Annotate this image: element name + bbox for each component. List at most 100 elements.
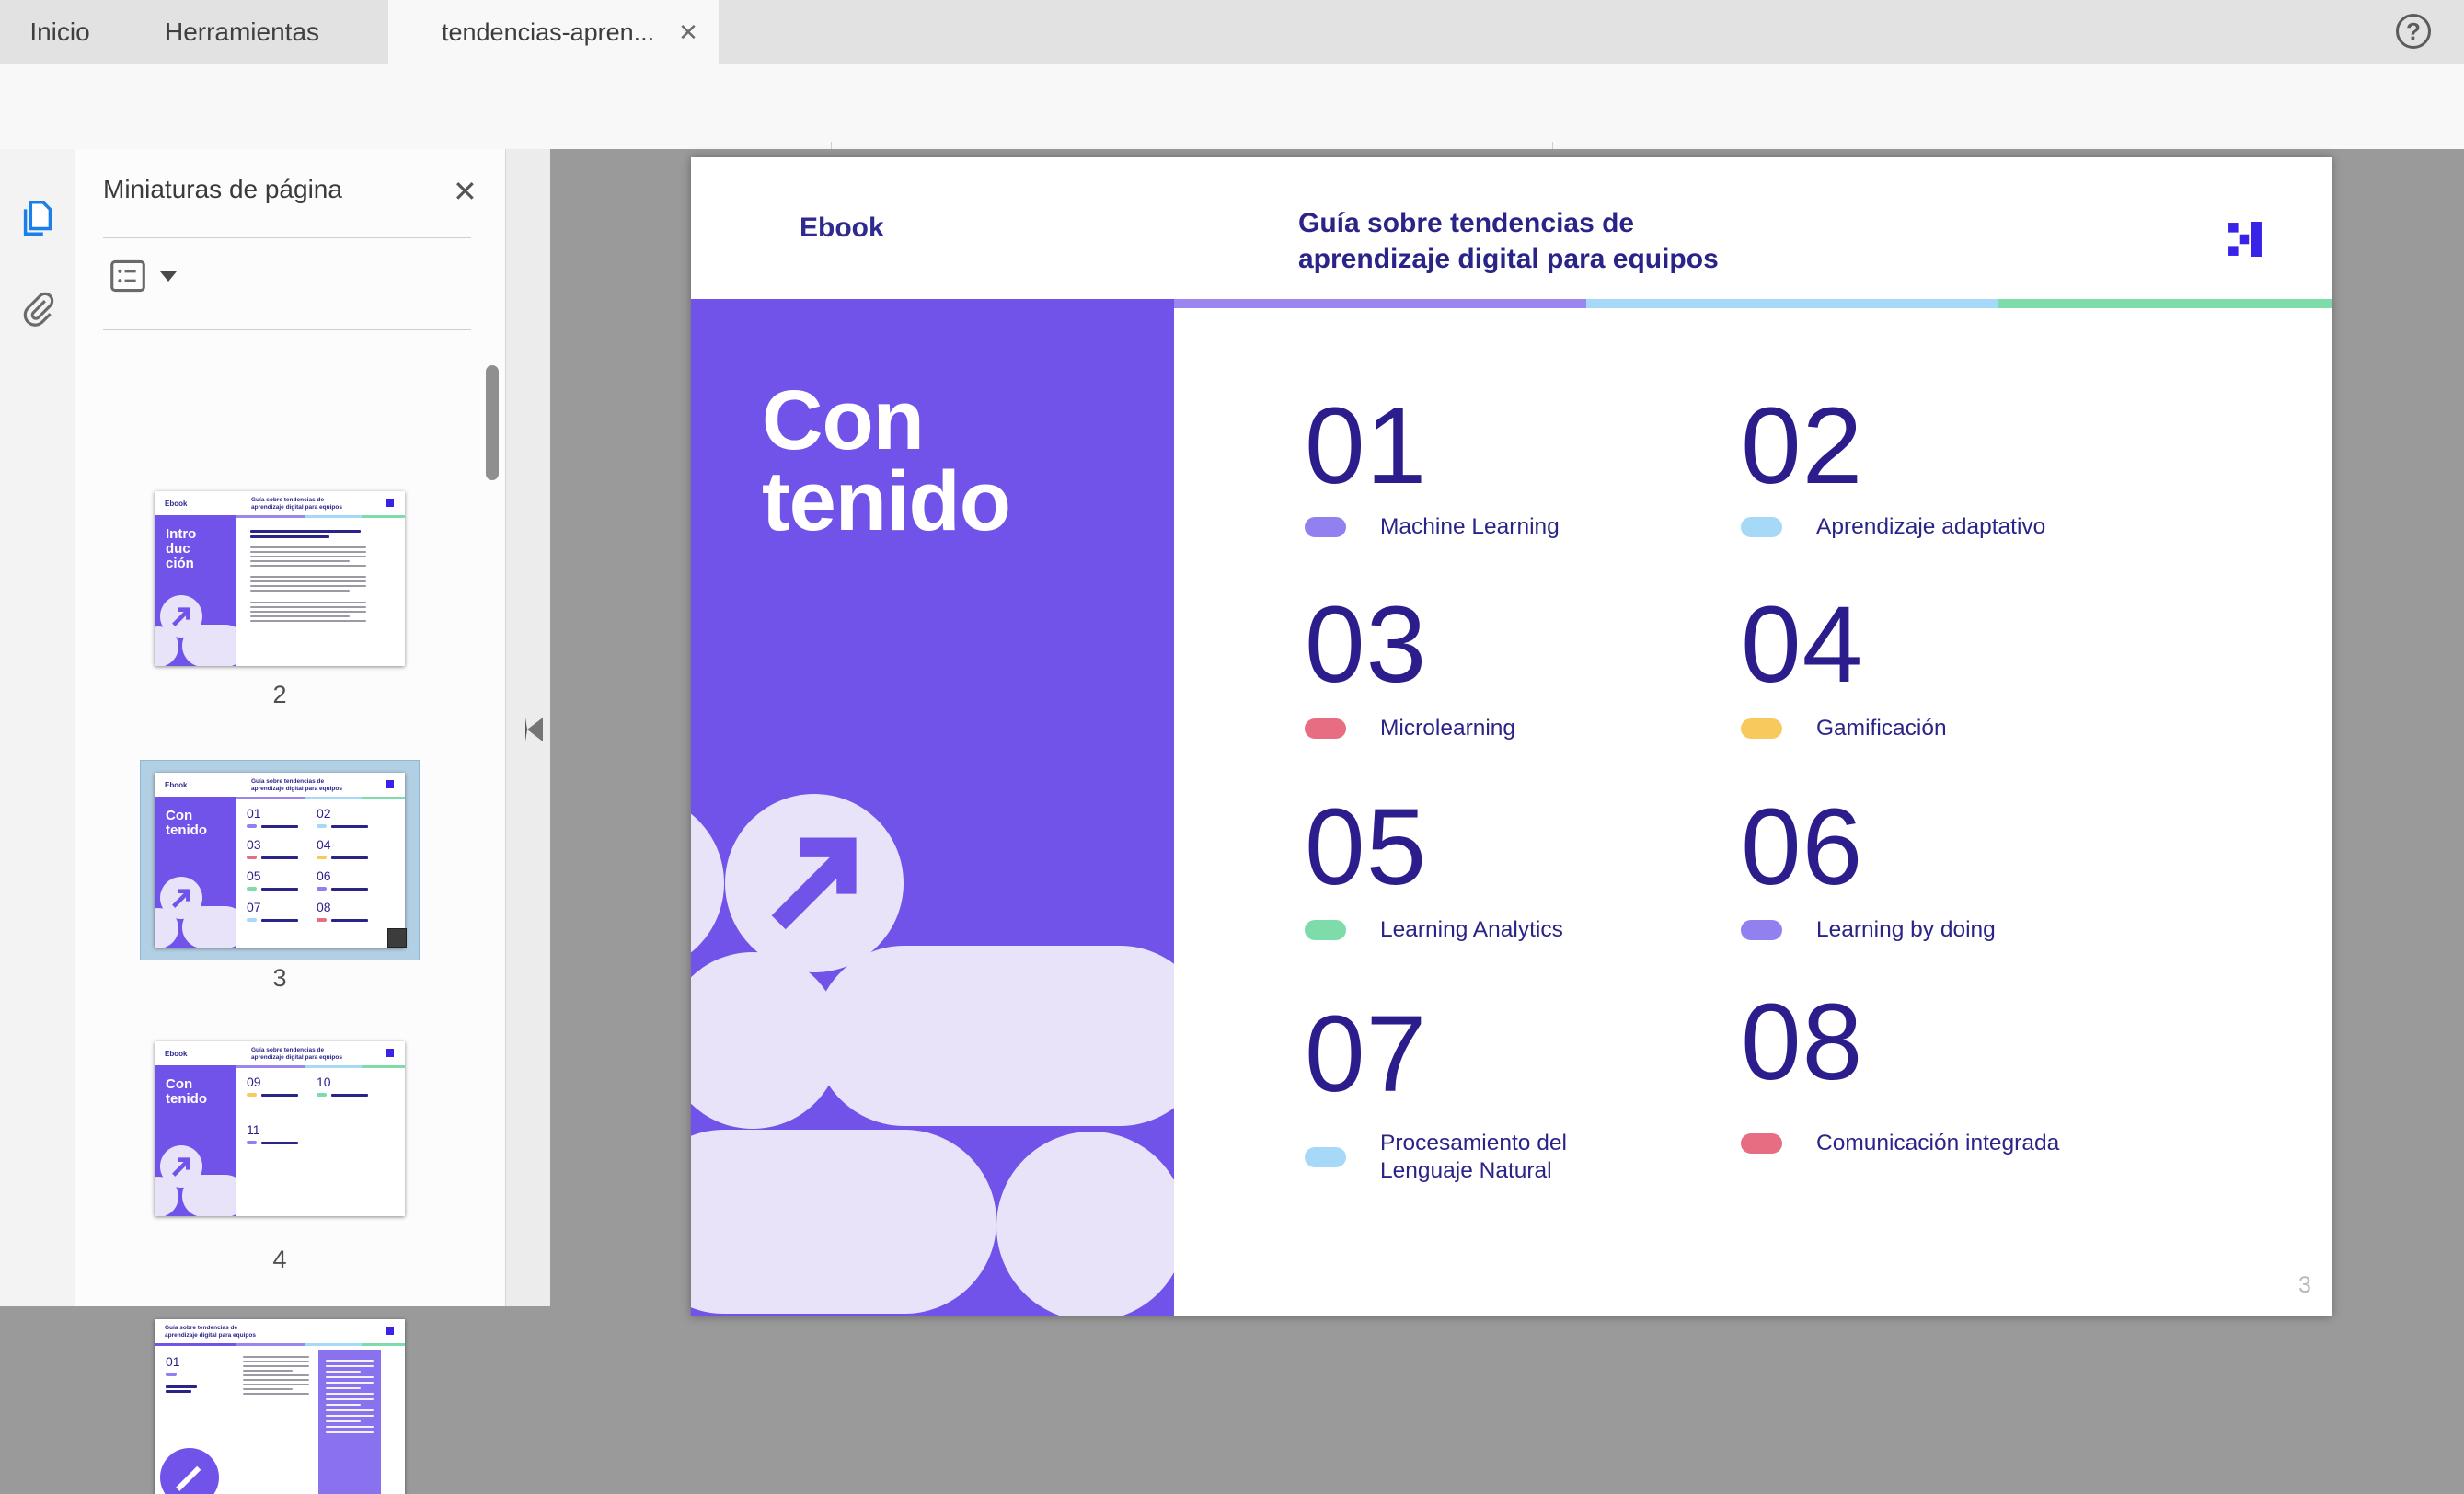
thumbnail-list: EbookGuía sobre tendencias deaprendizaje… (75, 329, 505, 1306)
panel-gutter (506, 149, 550, 1306)
mini-toc-number: 03 (247, 837, 261, 852)
collapse-panel-arrow[interactable] (525, 718, 543, 741)
mini-toc-number: 10 (317, 1075, 331, 1089)
toc-item: 04Gamificación (1741, 605, 2155, 799)
toc-item-label: Procesamiento delLenguaje Natural (1380, 1130, 1567, 1185)
toc-item-label: Microlearning (1380, 715, 1515, 742)
thumbnail-page-label: 3 (155, 964, 405, 993)
mini-purple-panel: Introducción (155, 518, 236, 666)
decor-circle (996, 1132, 1174, 1316)
decor-arrow-circle (725, 794, 904, 972)
toc-item: 01Machine Learning (1305, 407, 1719, 600)
mini-toc-number: 01 (247, 806, 261, 821)
mini-toc-number: 07 (247, 900, 261, 914)
toc-color-pill (1305, 718, 1346, 739)
thumbnail-size-marker (387, 928, 407, 948)
toc-item-row: Learning by doing (1741, 916, 1996, 944)
page-eyebrow: Ebook (800, 213, 884, 244)
document-viewport[interactable]: Ebook Guía sobre tendencias de aprendiza… (550, 149, 2464, 1306)
mini-logo (386, 1327, 394, 1335)
page-thumbnails-icon (17, 197, 59, 239)
page-footer-number: 3 (2298, 1272, 2311, 1299)
help-button[interactable]: ? (2396, 14, 2431, 49)
decor-pill (691, 1130, 996, 1314)
toc-item-row: Learning Analytics (1305, 916, 1563, 944)
toc-item: 03 Microlearning (1305, 605, 1719, 799)
toc-item-number: 03 (1305, 605, 1719, 684)
thumbnail-page-label: 4 (155, 1246, 405, 1274)
thumbnails-scrollbar[interactable] (486, 365, 499, 480)
toc-item-number: 04 (1741, 605, 2155, 684)
document-tab-title: tendencias-apren... (442, 18, 654, 47)
mini-logo (386, 499, 394, 507)
toc-item-number: 02 (1741, 407, 2155, 486)
contents-side-panel: Con tenido (691, 299, 1174, 1316)
mini-toc-number: 04 (317, 837, 331, 852)
toc-item-label: Learning Analytics (1380, 916, 1563, 944)
tab-bar: Inicio Herramientas tendencias-apren... … (0, 0, 2464, 65)
toc-color-pill (1741, 517, 1782, 537)
stripe-segment (1174, 299, 1586, 308)
toc-item-number: 01 (1305, 407, 1719, 486)
page-thumbnail-2[interactable]: EbookGuía sobre tendencias deaprendizaje… (155, 491, 405, 666)
pdf-page: Ebook Guía sobre tendencias de aprendiza… (691, 157, 2332, 1316)
toc-item-row: Aprendizaje adaptativo (1741, 513, 2045, 541)
toc-item-row: Procesamiento delLenguaje Natural (1305, 1130, 1567, 1185)
toc-color-pill (1305, 1147, 1346, 1167)
mini-purple-panel: Contenido (155, 799, 236, 948)
mini-header: EbookGuía sobre tendencias deaprendizaje… (155, 1041, 405, 1065)
mini-header: Guía sobre tendencias deaprendizaje digi… (155, 1319, 405, 1343)
selected-thumbnail-box[interactable]: EbookGuía sobre tendencias deaprendizaje… (140, 760, 420, 960)
thumbnail-page-label: 2 (155, 681, 405, 709)
close-icon: ✕ (453, 175, 478, 208)
mini-toc-number: 02 (317, 806, 331, 821)
stripe-segment (1998, 299, 2332, 308)
toc-color-pill (1305, 517, 1346, 537)
attachments-icon (18, 289, 57, 328)
tab-document[interactable]: tendencias-apren... ✕ (388, 0, 719, 64)
toc-color-pill (1741, 718, 1782, 739)
panel-divider (103, 237, 471, 238)
toc-item-number: 07 (1305, 1015, 1719, 1094)
toc-item-label: Comunicación integrada (1816, 1130, 2059, 1157)
stripe-segment (1586, 299, 1998, 308)
mini-logo (386, 1049, 394, 1057)
toc-item-label: Learning by doing (1816, 916, 1996, 944)
thumbnail-options-button[interactable] (103, 258, 182, 294)
page-thumbnail-4[interactable]: EbookGuía sobre tendencias deaprendizaje… (155, 1041, 405, 1216)
toolbar: / 27 69,1% (0, 64, 2464, 150)
mini-toc-number: 05 (247, 868, 261, 883)
attachments-panel-button[interactable] (18, 289, 57, 330)
section-heading: Con tenido (762, 380, 1010, 542)
mini-toc-number: 06 (317, 868, 331, 883)
toc-item-number: 08 (1741, 1003, 2155, 1082)
toc-item: 07 Procesamiento delLenguaje Natural (1305, 1015, 1719, 1208)
mini-header: EbookGuía sobre tendencias deaprendizaje… (155, 491, 405, 515)
close-panel-button[interactable]: ✕ (447, 173, 483, 210)
tab-tools[interactable]: Herramientas (148, 0, 336, 64)
page-thumbnail-5[interactable]: Guía sobre tendencias deaprendizaje digi… (155, 1319, 405, 1494)
mini-toc-number: 08 (317, 900, 331, 914)
page-header-title: Guía sobre tendencias de aprendizaje dig… (1298, 205, 1719, 277)
decor-circle (691, 794, 724, 972)
toc-item-number: 06 (1741, 808, 2155, 887)
page-thumbnail-3[interactable]: EbookGuía sobre tendencias deaprendizaje… (155, 773, 405, 948)
brand-logo (2228, 222, 2262, 257)
mini-toc-number: 09 (247, 1075, 261, 1089)
toc-item: 08 Comunicación integrada (1741, 1003, 2155, 1196)
chevron-down-icon (160, 271, 177, 282)
navigation-rail (0, 149, 76, 1306)
toc-item: 05Learning Analytics (1305, 808, 1719, 1001)
toc-item-label: Aprendizaje adaptativo (1816, 513, 2045, 541)
thumbnails-panel: Miniaturas de página ✕ EbookGuía sobre t… (75, 149, 506, 1306)
diagonal-arrow-icon (725, 794, 904, 972)
mini-purple-panel: Contenido (155, 1068, 236, 1216)
tab-home[interactable]: Inicio (21, 0, 98, 64)
close-tab-icon[interactable]: ✕ (678, 18, 698, 47)
page-thumbnails-panel-button[interactable] (17, 197, 59, 242)
mini-header: EbookGuía sobre tendencias deaprendizaje… (155, 773, 405, 797)
panel-title: Miniaturas de página (103, 175, 342, 204)
toc-item-row: Microlearning (1305, 715, 1515, 742)
mini-toc-number: 11 (247, 1122, 260, 1137)
options-list-icon (109, 259, 147, 293)
